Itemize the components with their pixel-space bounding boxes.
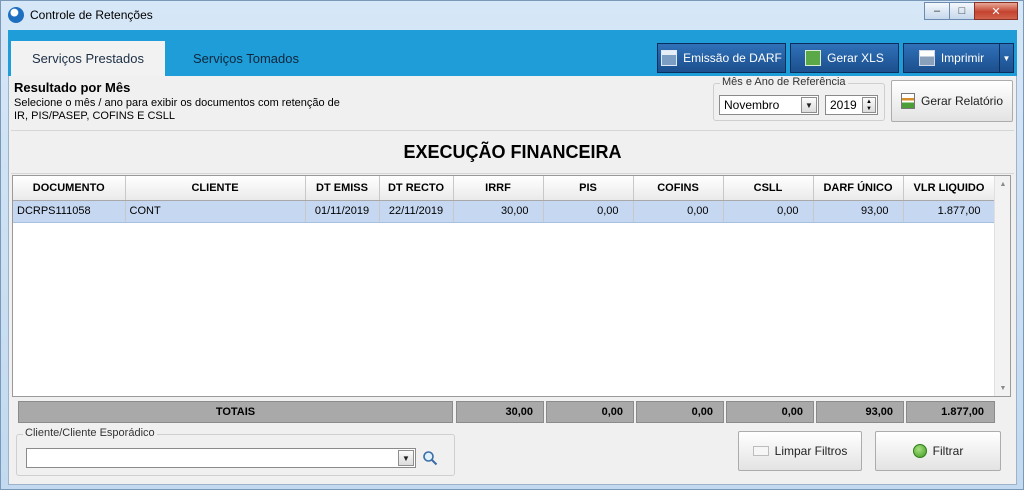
gerar-relatorio-button[interactable]: Gerar Relatório	[891, 80, 1013, 122]
spinner-arrows-icon[interactable]: ▲ ▼	[862, 97, 876, 113]
table-cell: 93,00	[813, 200, 904, 223]
table-cell: 22/11/2019	[379, 200, 454, 223]
column-header[interactable]: IRRF	[453, 176, 544, 201]
document-icon	[661, 50, 678, 66]
table-cell: CONT	[125, 200, 306, 223]
imprimir-button[interactable]: Imprimir ▼	[903, 43, 1014, 73]
printer-icon	[918, 50, 935, 66]
vertical-scrollbar[interactable]: ▲ ▼	[994, 176, 1010, 396]
client-filter-group: Cliente/Cliente Esporádico ▼	[16, 427, 455, 476]
month-select[interactable]: Novembro ▼	[719, 95, 819, 115]
limpar-filtros-label: Limpar Filtros	[774, 444, 848, 458]
gerar-relatorio-label: Gerar Relatório	[920, 94, 1004, 108]
total-liquido: 1.877,00	[906, 401, 995, 423]
limpar-filtros-button[interactable]: Limpar Filtros	[738, 431, 862, 471]
column-header[interactable]: DARF ÚNICO	[813, 176, 904, 201]
scroll-down-icon[interactable]: ▼	[995, 380, 1011, 396]
window-title: Controle de Retenções	[30, 8, 153, 22]
window-controls: ‒ □ ✕	[924, 2, 1018, 20]
eraser-icon	[752, 446, 769, 456]
client-filter-label: Cliente/Cliente Esporádico	[23, 427, 157, 439]
totals-label: TOTAIS	[18, 401, 453, 423]
table-row[interactable]: DCRPS111058 CONT 01/11/2019 22/11/2019 3…	[13, 200, 996, 223]
minimize-button[interactable]: ‒	[924, 2, 950, 20]
table-cell: 01/11/2019	[305, 200, 380, 223]
year-spinner[interactable]: 2019 ▲ ▼	[825, 95, 878, 115]
column-header[interactable]: VLR LIQUIDO	[903, 176, 996, 201]
column-header[interactable]: COFINS	[633, 176, 724, 201]
section-title: EXECUÇÃO FINANCEIRA	[11, 130, 1014, 174]
tab-bar: Serviços Prestados Serviços Tomados Emis…	[8, 30, 1017, 76]
close-button[interactable]: ✕	[974, 2, 1018, 20]
gerar-xls-button[interactable]: Gerar XLS	[790, 43, 899, 73]
column-header[interactable]: DT EMISS	[305, 176, 380, 201]
retention-table: DOCUMENTO CLIENTE DT EMISS DT RECTO IRRF…	[13, 176, 996, 223]
column-header[interactable]: PIS	[543, 176, 634, 201]
data-grid[interactable]: DOCUMENTO CLIENTE DT EMISS DT RECTO IRRF…	[12, 175, 1011, 397]
column-header[interactable]: CSLL	[723, 176, 814, 201]
table-cell: 0,00	[543, 200, 634, 223]
column-header[interactable]: DOCUMENTO	[13, 176, 126, 201]
total-csll: 0,00	[726, 401, 814, 423]
check-icon	[912, 444, 927, 458]
table-cell: 0,00	[633, 200, 724, 223]
maximize-button[interactable]: □	[949, 2, 975, 20]
report-icon	[900, 93, 915, 109]
emissao-darf-label: Emissão de DARF	[683, 51, 782, 65]
result-description: Selecione o mês / ano para exibir os doc…	[14, 97, 340, 122]
month-value: Novembro	[724, 98, 780, 112]
reference-group: Mês e Ano de Referência Novembro ▼ 2019 …	[713, 76, 885, 121]
table-header-row: DOCUMENTO CLIENTE DT EMISS DT RECTO IRRF…	[13, 176, 996, 201]
chevron-down-icon[interactable]: ▼	[398, 450, 414, 466]
gerar-xls-label: Gerar XLS	[827, 51, 884, 65]
client-select[interactable]: ▼	[26, 448, 416, 468]
app-window: Controle de Retenções ‒ □ ✕ Serviços Pre…	[0, 0, 1024, 490]
app-logo-icon	[8, 7, 24, 23]
year-value: 2019	[830, 98, 857, 112]
tab-servicos-prestados[interactable]: Serviços Prestados	[11, 41, 165, 76]
scroll-up-icon[interactable]: ▲	[995, 176, 1011, 192]
filtrar-button[interactable]: Filtrar	[875, 431, 1001, 471]
column-header[interactable]: DT RECTO	[379, 176, 454, 201]
imprimir-dropdown-arrow-icon[interactable]: ▼	[999, 44, 1013, 72]
table-cell: 0,00	[723, 200, 814, 223]
column-header[interactable]: CLIENTE	[125, 176, 306, 201]
tab-servicos-tomados[interactable]: Serviços Tomados	[171, 41, 321, 76]
table-cell: 30,00	[453, 200, 544, 223]
filtrar-label: Filtrar	[932, 444, 964, 458]
result-title: Resultado por Mês	[14, 80, 131, 95]
excel-icon	[805, 50, 822, 66]
title-bar: Controle de Retenções ‒ □ ✕	[1, 1, 1023, 29]
total-cofins: 0,00	[636, 401, 724, 423]
chevron-down-icon[interactable]: ▼	[801, 97, 817, 113]
imprimir-label: Imprimir	[940, 51, 985, 65]
reference-group-label: Mês e Ano de Referência	[720, 76, 848, 88]
table-cell: 1.877,00	[903, 200, 996, 223]
table-cell: DCRPS111058	[13, 200, 126, 223]
content-panel: Resultado por Mês Selecione o mês / ano …	[8, 76, 1017, 485]
total-pis: 0,00	[546, 401, 634, 423]
total-irrf: 30,00	[456, 401, 544, 423]
emissao-darf-button[interactable]: Emissão de DARF	[657, 43, 786, 73]
search-icon[interactable]	[422, 450, 438, 466]
total-darf: 93,00	[816, 401, 904, 423]
